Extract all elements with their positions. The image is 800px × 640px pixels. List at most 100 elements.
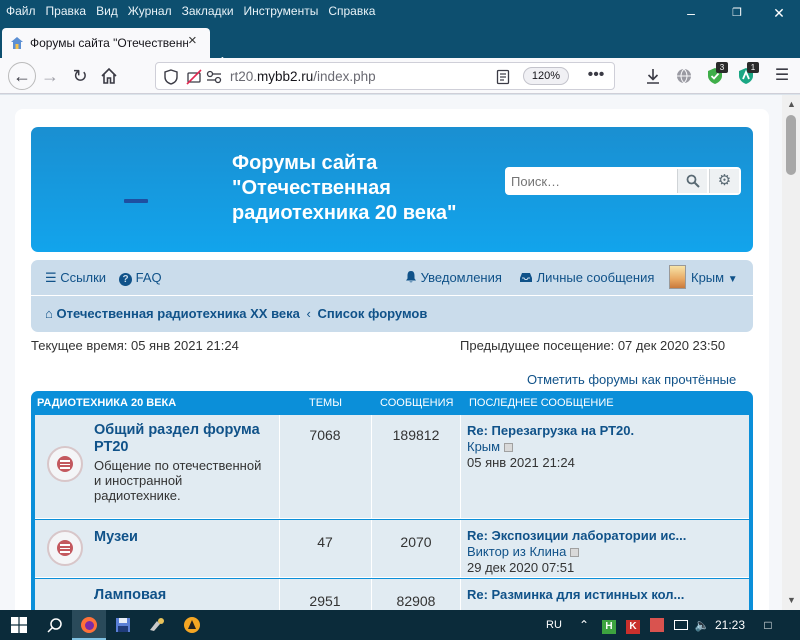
site-logo[interactable]	[124, 199, 148, 203]
reload-icon[interactable]: ↻	[68, 64, 92, 88]
search-button[interactable]	[677, 169, 707, 193]
advanced-search-button[interactable]: ⚙	[709, 169, 739, 193]
restore-button[interactable]: ❐	[714, 0, 760, 24]
nav-panel: ☰ Ссылки ? FAQ Уведомления Личные сообще…	[31, 260, 753, 332]
private-messages-label: Личные сообщения	[536, 270, 655, 285]
breadcrumb-home[interactable]: Отечественная радиотехника XX века	[56, 306, 299, 321]
tray-app-icon[interactable]: K	[622, 610, 644, 640]
clock[interactable]: 21:23	[712, 610, 748, 640]
topics-count: 47	[317, 534, 333, 550]
home-icon[interactable]	[100, 67, 118, 85]
tray-app-icon[interactable]: Н	[598, 610, 620, 640]
url-bar[interactable]: rt20.mybb2.ru/index.php 120%	[155, 62, 615, 90]
windows-taskbar: RU ⌃ Н K 🔈 21:23 □	[0, 610, 800, 640]
user-menu[interactable]: Крым ▼	[691, 270, 738, 285]
last-post-author-link[interactable]: Виктор из Клина	[467, 544, 566, 559]
posts-count: 82908	[396, 593, 436, 609]
scroll-down-icon[interactable]: ▼	[787, 595, 796, 605]
page-actions-icon[interactable]: •••	[584, 63, 608, 87]
notifications-center-icon[interactable]: □	[756, 610, 780, 640]
menu-tools[interactable]: Инструменты	[244, 4, 319, 18]
minimize-button[interactable]: –	[668, 0, 714, 24]
network-icon[interactable]	[670, 610, 692, 640]
faq-label: FAQ	[135, 270, 162, 285]
save-app-taskbar-button[interactable]	[106, 610, 140, 640]
last-post-author-link[interactable]: Крым	[467, 439, 500, 454]
user-avatar[interactable]	[669, 265, 686, 289]
app-taskbar-button[interactable]	[140, 610, 174, 640]
url-host: mybb2.ru	[257, 69, 314, 84]
search-input[interactable]	[505, 167, 675, 195]
forum-title-line: Общий раздел форума	[94, 422, 260, 438]
forum-list-header: РАДИОТЕХНИКА 20 ВЕКА ТЕМЫ СООБЩЕНИЯ ПОСЛ…	[31, 391, 753, 415]
globe-icon[interactable]	[675, 67, 693, 85]
question-icon: ?	[119, 273, 132, 286]
aimp-icon	[184, 617, 200, 633]
menu-bookmarks[interactable]: Закладки	[182, 4, 234, 18]
tab-close-icon[interactable]: ×	[188, 32, 197, 49]
goto-post-icon[interactable]	[504, 443, 514, 452]
forward-icon[interactable]: →	[38, 64, 62, 88]
menu-help[interactable]: Справка	[328, 4, 375, 18]
page-viewport: Форумы сайта "Отечественная радиотехника…	[0, 95, 782, 610]
notifications-label: Уведомления	[420, 270, 502, 285]
tray-up-icon[interactable]: ⌃	[572, 610, 596, 640]
start-button[interactable]	[0, 610, 38, 640]
site-title-line: "Отечественная	[232, 177, 391, 199]
menu-history[interactable]: Журнал	[128, 4, 172, 18]
menu-view[interactable]: Вид	[96, 4, 118, 18]
private-messages-link[interactable]: Личные сообщения	[519, 270, 654, 285]
notifications-link[interactable]: Уведомления	[405, 270, 502, 285]
tab-forum[interactable]: Форумы сайта "Отечественная радиотехника…	[2, 28, 210, 58]
links-link[interactable]: ☰ Ссылки	[45, 270, 106, 286]
language-indicator[interactable]: RU	[540, 610, 568, 640]
zoom-level-badge[interactable]: 120%	[523, 67, 569, 85]
category-title[interactable]: РАДИОТЕХНИКА 20 ВЕКА	[37, 397, 176, 409]
site-title-line: Форумы сайта	[232, 152, 378, 174]
tracking-blocked-icon[interactable]	[186, 69, 202, 85]
url-prefix: rt20.	[230, 69, 258, 84]
faq-link[interactable]: ? FAQ	[119, 270, 162, 286]
forum-title-link[interactable]: Ламповая	[94, 587, 166, 604]
site-title: Форумы сайта "Отечественная радиотехника…	[232, 151, 502, 226]
tab-title: Форумы сайта "Отечественная радиотехника…	[30, 36, 188, 50]
firefox-icon	[81, 617, 97, 633]
reader-view-icon[interactable]	[496, 69, 510, 85]
last-post-title-link[interactable]: Re: Перезагрузка на РТ20.	[467, 423, 717, 438]
last-post-title-link[interactable]: Re: Экспозиции лаборатории ис...	[467, 528, 717, 543]
tray-app-icon[interactable]	[646, 610, 668, 640]
menu-file[interactable]: Файл	[6, 4, 36, 18]
last-post-author: Крым	[467, 439, 514, 454]
last-post-header: ПОСЛЕДНЕЕ СООБЩЕНИЕ	[469, 397, 614, 409]
last-post-title-link[interactable]: Re: Разминка для истинных кол...	[467, 587, 717, 602]
forum-row: Музеи 47 2070 Re: Экспозиции лаборатории…	[35, 520, 749, 578]
url-text[interactable]: rt20.mybb2.ru/index.php	[230, 69, 376, 84]
hamburger-menu-icon[interactable]: ☰	[770, 64, 794, 88]
floppy-disk-icon	[116, 618, 130, 632]
downloads-icon[interactable]	[644, 67, 662, 85]
search-box: ⚙	[505, 167, 741, 195]
scrollbar-thumb[interactable]	[786, 115, 796, 175]
inbox-icon	[520, 273, 532, 282]
aimp-taskbar-button[interactable]	[174, 610, 210, 640]
back-icon[interactable]: ←	[8, 62, 36, 90]
permissions-icon[interactable]	[206, 70, 222, 84]
mark-forums-read-link[interactable]: Отметить форумы как прочтённые	[527, 372, 736, 387]
firefox-taskbar-button[interactable]	[72, 610, 106, 640]
shield-icon[interactable]	[164, 69, 178, 85]
page-wrapper: Форумы сайта "Отечественная радиотехника…	[15, 109, 769, 610]
vertical-scrollbar[interactable]: ▲ ▼	[782, 95, 800, 610]
forum-row: Ламповая 2951 82908 Re: Разминка для ист…	[35, 579, 749, 610]
breadcrumb-forums[interactable]: Список форумов	[317, 306, 427, 321]
forum-title-link[interactable]: Музеи	[94, 529, 138, 546]
menu-edit[interactable]: Правка	[46, 4, 87, 18]
volume-icon[interactable]: 🔈	[692, 610, 712, 640]
search-taskbar-button[interactable]	[38, 610, 72, 640]
tab-bar: Форумы сайта "Отечественная радиотехника…	[0, 24, 800, 74]
close-window-button[interactable]: ✕	[756, 0, 800, 24]
tools-app-icon	[150, 618, 164, 631]
scroll-up-icon[interactable]: ▲	[787, 99, 796, 109]
forum-title-link[interactable]: Общий раздел форума РТ20	[94, 422, 260, 456]
last-visit: Предыдущее посещение: 07 дек 2020 23:50	[460, 338, 726, 353]
goto-post-icon[interactable]	[570, 548, 580, 557]
